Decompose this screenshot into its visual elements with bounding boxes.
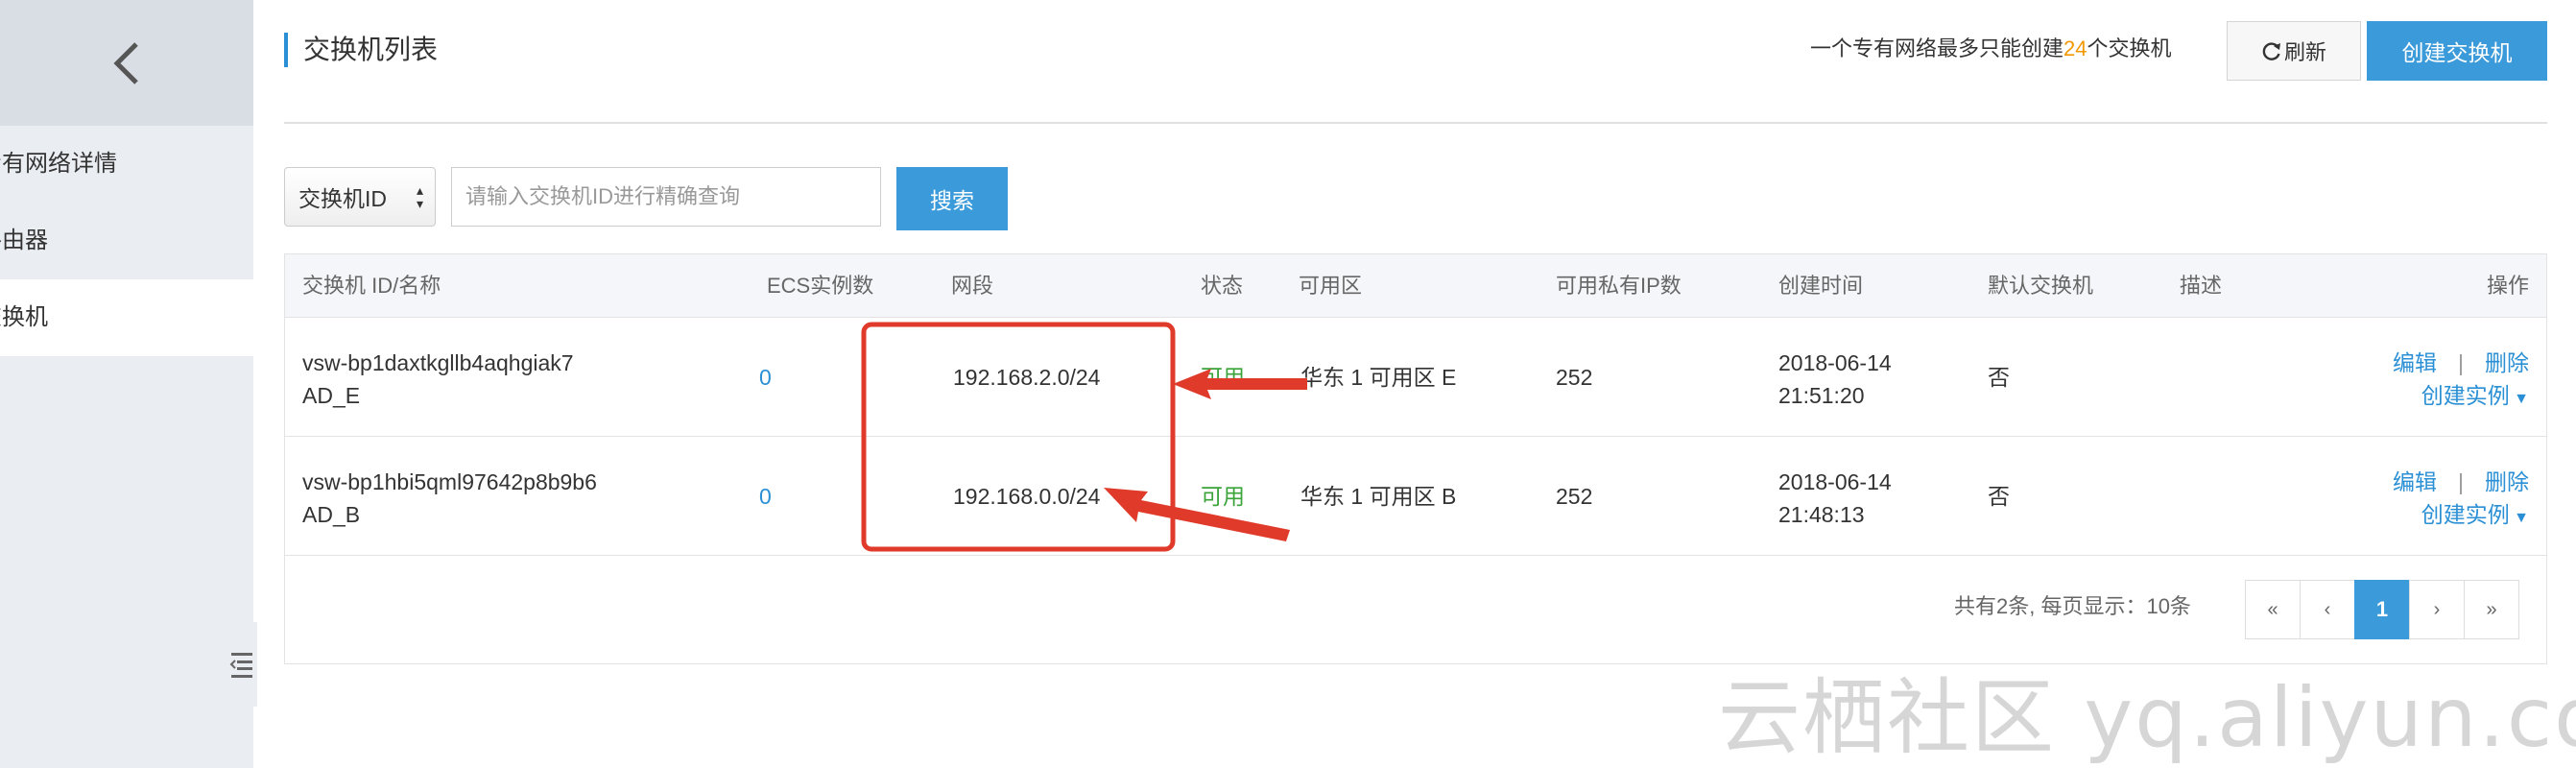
delete-link[interactable]: 删除 bbox=[2485, 469, 2529, 494]
caret-down-icon: ▼ bbox=[2509, 391, 2529, 407]
row-actions: 编辑 | 删除 创建实例 ▼ bbox=[2393, 347, 2529, 416]
prev-page-button[interactable]: ‹ bbox=[2300, 580, 2355, 639]
created-time: 2018-06-14 21:48:13 bbox=[1778, 466, 1892, 531]
column-header-ips: 可用私有IP数 bbox=[1556, 274, 1682, 298]
column-header-default: 默认交换机 bbox=[1988, 274, 2094, 298]
menu-toggle-icon bbox=[229, 653, 252, 678]
default-switch-text: 否 bbox=[1988, 365, 2010, 390]
sidebar-item-router[interactable]: 路由器 bbox=[0, 203, 253, 279]
limit-number: 24 bbox=[2063, 36, 2087, 60]
column-header-status: 状态 bbox=[1201, 274, 1244, 298]
pagination-summary: 共有2条, 每页显示：10条 bbox=[1954, 594, 2191, 618]
divider bbox=[284, 122, 2547, 124]
row-actions: 编辑 | 删除 创建实例 ▼ bbox=[2393, 466, 2529, 535]
column-header-ecs: ECS实例数 bbox=[767, 274, 874, 298]
table-row: vsw-bp1daxtkgllb4aqhgiak7 AD_E 0 192.168… bbox=[285, 318, 2546, 437]
table-header: 交换机 ID/名称 ECS实例数 网段 状态 可用区 可用私有IP数 创建时间 … bbox=[285, 254, 2546, 318]
ecs-count-link[interactable]: 0 bbox=[759, 318, 772, 437]
created-clock: 21:48:13 bbox=[1778, 502, 1865, 527]
cidr-block: 192.168.2.0/24 bbox=[953, 365, 1101, 390]
vswitch-table: 交换机 ID/名称 ECS实例数 网段 状态 可用区 可用私有IP数 创建时间 … bbox=[284, 253, 2547, 664]
chevron-left-icon bbox=[113, 41, 138, 84]
column-header-actions: 操作 bbox=[2486, 274, 2529, 298]
create-instance-label: 创建实例 bbox=[2421, 383, 2510, 408]
limit-suffix: 个交换机 bbox=[2087, 36, 2172, 60]
delete-link[interactable]: 删除 bbox=[2485, 350, 2529, 375]
vswitch-id-name: vsw-bp1hbi5qml97642p8b9b6 AD_B bbox=[302, 466, 597, 531]
first-page-button[interactable]: « bbox=[2245, 580, 2301, 639]
action-separator: | bbox=[2458, 469, 2464, 494]
column-header-created: 创建时间 bbox=[1778, 274, 1864, 298]
sidebar-item-label: 路由器 bbox=[0, 228, 48, 253]
page-button-current[interactable]: 1 bbox=[2354, 580, 2410, 639]
default-switch-text: 否 bbox=[1988, 484, 2010, 509]
vswitch-id: vsw-bp1daxtkgllb4aqhgiak7 bbox=[302, 350, 574, 375]
create-instance-label: 创建实例 bbox=[2421, 502, 2510, 527]
cidr-block: 192.168.0.0/24 bbox=[953, 484, 1101, 509]
vswitch-id-name: vsw-bp1daxtkgllb4aqhgiak7 AD_E bbox=[302, 347, 574, 412]
created-clock: 21:51:20 bbox=[1778, 383, 1865, 408]
sidebar-toggle[interactable] bbox=[227, 622, 257, 707]
sort-arrows-icon: ▴ ▾ bbox=[416, 182, 423, 211]
back-button[interactable] bbox=[0, 0, 253, 126]
refresh-label: 刷新 bbox=[2283, 40, 2326, 64]
zone-text: 华东 1 可用区 E bbox=[1300, 365, 1457, 390]
created-date: 2018-06-14 bbox=[1778, 469, 1892, 494]
sidebar-item-vswitch[interactable]: 交换机 bbox=[0, 279, 253, 356]
action-separator: | bbox=[2458, 350, 2464, 375]
status-text: 可用 bbox=[1201, 365, 1245, 390]
switch-limit-note: 一个专有网络最多只能创建24个交换机 bbox=[1810, 35, 2172, 63]
limit-prefix: 一个专有网络最多只能创建 bbox=[1810, 36, 2064, 60]
vswitch-name: AD_B bbox=[302, 502, 361, 527]
vswitch-name: AD_E bbox=[302, 383, 361, 408]
refresh-icon bbox=[2262, 42, 2280, 60]
search-input[interactable] bbox=[451, 167, 881, 227]
search-button[interactable]: 搜索 bbox=[896, 167, 1008, 230]
status-text: 可用 bbox=[1201, 484, 1245, 509]
available-ip-count: 252 bbox=[1556, 484, 1593, 509]
pagination: « ‹ 1 › » bbox=[2245, 580, 2519, 639]
next-page-button[interactable]: › bbox=[2409, 580, 2465, 639]
create-vswitch-button[interactable]: 创建交换机 bbox=[2367, 21, 2547, 81]
ecs-count-link[interactable]: 0 bbox=[759, 437, 772, 556]
column-header-cidr: 网段 bbox=[951, 274, 994, 298]
caret-down-icon: ▼ bbox=[2509, 510, 2529, 526]
created-date: 2018-06-14 bbox=[1778, 350, 1892, 375]
search-field-value: 交换机ID bbox=[298, 186, 387, 211]
sidebar: 专有网络详情 路由器 交换机 bbox=[0, 0, 257, 768]
sidebar-item-label: 专有网络详情 bbox=[0, 151, 117, 177]
sidebar-item-label: 交换机 bbox=[0, 304, 48, 330]
edit-link[interactable]: 编辑 bbox=[2393, 469, 2437, 494]
column-header-zone: 可用区 bbox=[1299, 274, 1363, 298]
column-header-id: 交换机 ID/名称 bbox=[302, 274, 441, 298]
available-ip-count: 252 bbox=[1556, 365, 1593, 390]
vswitch-id: vsw-bp1hbi5qml97642p8b9b6 bbox=[302, 469, 597, 494]
last-page-button[interactable]: » bbox=[2464, 580, 2519, 639]
table-row: vsw-bp1hbi5qml97642p8b9b6 AD_B 0 192.168… bbox=[285, 437, 2546, 556]
create-instance-dropdown[interactable]: 创建实例 ▼ bbox=[2393, 498, 2529, 535]
create-instance-dropdown[interactable]: 创建实例 ▼ bbox=[2393, 379, 2529, 416]
page-title: 交换机列表 bbox=[284, 33, 438, 67]
column-header-description: 描述 bbox=[2180, 274, 2223, 298]
created-time: 2018-06-14 21:51:20 bbox=[1778, 347, 1892, 412]
watermark-text: 云栖社区 yq.aliyun.com bbox=[1718, 670, 2576, 766]
sidebar-item-vpc-details[interactable]: 专有网络详情 bbox=[0, 126, 253, 203]
refresh-button[interactable]: 刷新 bbox=[2227, 21, 2361, 81]
search-field-select[interactable]: 交换机ID ▴ ▾ bbox=[284, 167, 436, 227]
zone-text: 华东 1 可用区 B bbox=[1300, 484, 1457, 509]
edit-link[interactable]: 编辑 bbox=[2393, 350, 2437, 375]
